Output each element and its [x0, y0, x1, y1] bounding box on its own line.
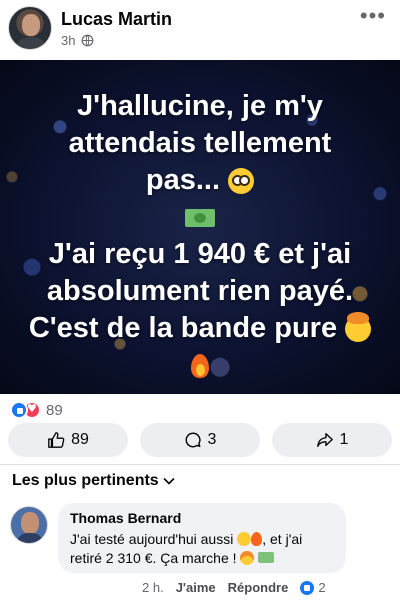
banknote-emoji-icon [185, 209, 215, 228]
comment-bubble-icon [185, 432, 201, 448]
like-reaction-icon [300, 580, 315, 595]
reactions-count: 89 [46, 401, 63, 419]
thumbs-up-icon [48, 432, 65, 448]
comment-text-part-1: J'ai testé aujourd'hui aussi [70, 531, 238, 547]
comment-meta: 2 h. J'aime Répondre 2 [142, 580, 326, 595]
comment-text-part-2: , et j'ai [262, 531, 303, 547]
image-text-line-7: C'est de la bande pure [20, 310, 380, 347]
image-text-line-1: J'hallucine, je m'y [77, 90, 323, 122]
mind-blown-emoji-icon [240, 551, 255, 565]
like-count: 89 [71, 431, 89, 448]
author-avatar[interactable] [8, 6, 52, 50]
share-button[interactable]: 1 [272, 423, 392, 457]
image-text-line-7-text: C'est de la bande pure [28, 312, 338, 344]
share-arrow-icon [316, 433, 333, 447]
comment-sort-label: Les plus pertinents [12, 472, 159, 489]
image-text-line-8 [20, 347, 380, 384]
image-text-line-3: pas... [20, 162, 380, 199]
like-reaction-icon [10, 401, 28, 419]
comment-time[interactable]: 2 h. [142, 580, 164, 595]
comment-button[interactable]: 3 [140, 423, 260, 457]
author-name[interactable]: Lucas Martin [61, 9, 172, 30]
more-options-icon[interactable]: ••• [360, 5, 386, 27]
commenter-avatar-face [21, 512, 39, 534]
like-button[interactable]: 89 [8, 423, 128, 457]
commenter-avatar-shirt [16, 533, 44, 543]
chevron-down-icon [163, 477, 175, 485]
reactions-summary[interactable]: 89 [10, 400, 63, 420]
post-image[interactable]: J'hallucine, je m'y attendais tellement … [0, 60, 400, 394]
comment-reaction-count: 2 [318, 580, 326, 595]
image-text-line-6: absolument rien payé. [46, 275, 354, 307]
flushed-face-emoji-icon [228, 168, 255, 195]
comment-reactions[interactable]: 2 [300, 580, 326, 595]
divider [0, 464, 400, 465]
image-text-line-2: attendais tellement [68, 127, 332, 159]
fire-emoji-icon [189, 352, 211, 380]
commenter-avatar[interactable] [10, 506, 48, 544]
comment-count: 3 [207, 431, 217, 448]
image-text-line-4 [20, 199, 380, 236]
mind-blown-emoji-icon [345, 312, 372, 343]
post-image-text: J'hallucine, je m'y attendais tellement … [20, 88, 380, 384]
commenter-name[interactable]: Thomas Bernard [70, 510, 334, 526]
money-with-wings-emoji-icon [258, 552, 275, 563]
avatar-face [22, 14, 40, 36]
comment-text-part-3: retiré 2 310 €. Ça marche ! [70, 550, 241, 566]
grinning-emoji-icon [237, 532, 252, 546]
post-meta: 3h [61, 33, 94, 48]
fire-emoji-icon [251, 532, 263, 546]
comment-reply-button[interactable]: Répondre [228, 580, 289, 595]
post-header: Lucas Martin 3h ••• [0, 0, 400, 58]
comment-like-button[interactable]: J'aime [176, 580, 216, 595]
image-text-line-3-text: pas... [145, 164, 221, 196]
post-actions: 89 3 1 [8, 423, 392, 457]
share-count: 1 [339, 431, 349, 448]
image-text-line-5: J'ai reçu 1 940 € et j'ai [48, 238, 352, 270]
comment-text: J'ai testé aujourd'hui aussi , et j'ai re… [70, 530, 334, 568]
avatar-shirt [15, 37, 47, 49]
comment-sort-dropdown[interactable]: Les plus pertinents [12, 472, 175, 490]
globe-icon [82, 34, 94, 47]
post-time[interactable]: 3h [61, 33, 75, 48]
comment-bubble[interactable]: Thomas Bernard J'ai testé aujourd'hui au… [58, 503, 346, 573]
